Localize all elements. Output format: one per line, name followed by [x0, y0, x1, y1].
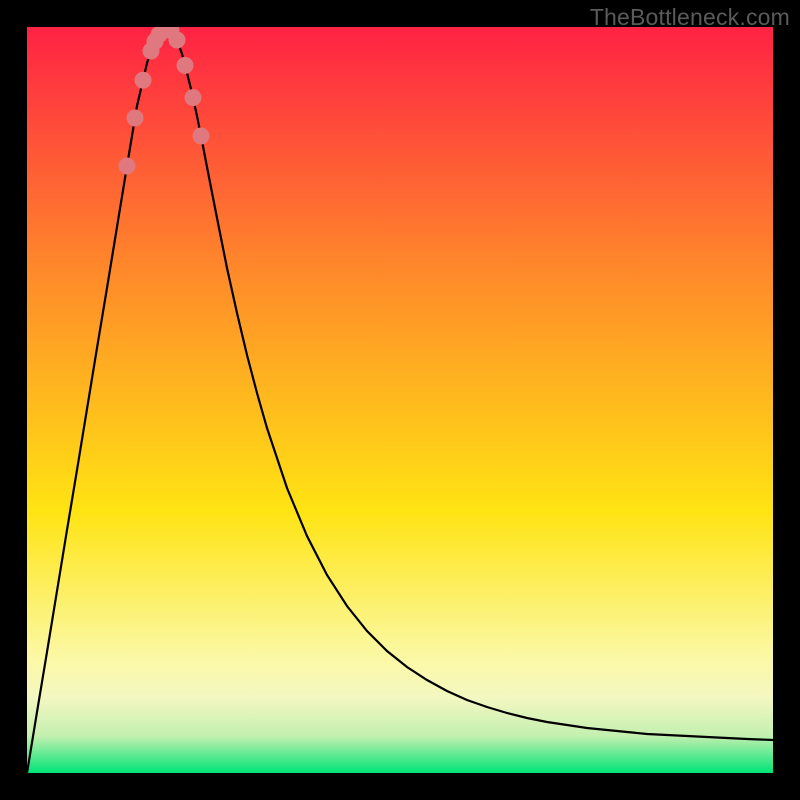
data-marker — [177, 57, 194, 74]
data-marker — [119, 158, 136, 175]
data-marker — [127, 110, 144, 127]
data-marker — [169, 32, 186, 49]
bottleneck-chart — [27, 27, 773, 773]
data-marker — [135, 72, 152, 89]
chart-frame: TheBottleneck.com — [0, 0, 800, 800]
plot-area — [27, 27, 773, 773]
watermark-text: TheBottleneck.com — [590, 4, 790, 31]
data-marker — [185, 89, 202, 106]
data-marker — [193, 128, 210, 145]
